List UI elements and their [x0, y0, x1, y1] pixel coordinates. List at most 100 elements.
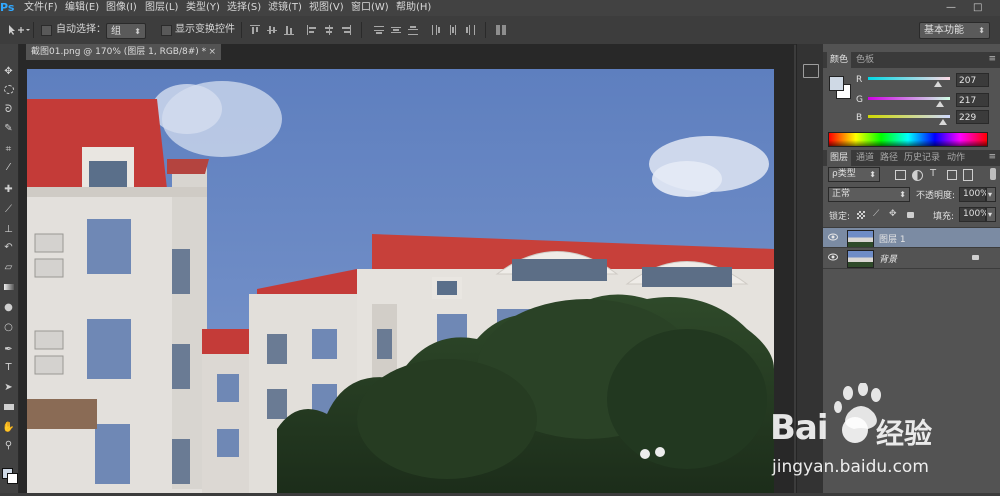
distribute-bottom-icon[interactable]	[408, 25, 418, 35]
color-spectrum-ramp[interactable]	[828, 132, 988, 147]
filter-adjustment-icon[interactable]	[912, 170, 923, 181]
b-value-input[interactable]: 229	[956, 110, 989, 124]
photoshop-logo: Ps	[0, 1, 15, 14]
layer-row-background[interactable]: 背景	[823, 247, 1000, 268]
align-vertical-center-icon[interactable]	[267, 25, 277, 35]
hand-tool-icon[interactable]: ✋	[1, 420, 16, 435]
align-right-icon[interactable]	[341, 25, 351, 35]
align-left-icon[interactable]	[307, 25, 317, 35]
move-tool-icon[interactable]: ✥	[1, 64, 16, 79]
history-brush-tool-icon[interactable]: ↶	[1, 240, 16, 255]
menu-file[interactable]: 文件(F)	[24, 0, 58, 16]
auto-select-checkbox[interactable]	[41, 25, 52, 36]
filter-pixel-icon[interactable]	[895, 170, 906, 180]
g-slider-thumb[interactable]	[936, 101, 944, 107]
eraser-tool-icon[interactable]: ▱	[1, 260, 16, 275]
menu-help[interactable]: 帮助(H)	[396, 0, 431, 16]
background-color-swatch[interactable]	[7, 473, 18, 484]
filter-shape-icon[interactable]	[947, 170, 957, 180]
lock-all-icon[interactable]	[907, 212, 914, 218]
document-tab-title: 截图01.png @ 170% (图层 1, RGB/8#) *	[31, 47, 207, 57]
zoom-tool-icon[interactable]: ⚲	[1, 438, 16, 453]
tab-paths[interactable]: 路径	[877, 150, 901, 166]
tab-channels[interactable]: 通道	[853, 150, 877, 166]
menu-window[interactable]: 窗口(W)	[351, 0, 389, 16]
panel-menu-icon[interactable]: ≡	[988, 152, 996, 162]
eye-icon[interactable]	[828, 253, 838, 261]
healing-brush-tool-icon[interactable]: ✚	[1, 182, 16, 197]
distribute-vertical-center-icon[interactable]	[391, 25, 401, 35]
blend-mode-dropdown[interactable]: 正常 ⬍	[828, 187, 910, 202]
distribute-top-icon[interactable]	[374, 25, 384, 35]
tab-history[interactable]: 历史记录	[901, 150, 943, 166]
align-horizontal-center-icon[interactable]	[324, 25, 334, 35]
menu-type[interactable]: 类型(Y)	[186, 0, 220, 16]
crop-tool-icon[interactable]: ⌗	[1, 142, 16, 157]
layer-row-layer1[interactable]: 图层 1	[823, 227, 1000, 248]
separator	[361, 22, 362, 38]
quick-selection-tool-icon[interactable]: ✎	[1, 121, 16, 136]
minimize-button[interactable]: —	[946, 2, 956, 14]
fill-dropdown-icon[interactable]: ▾	[986, 207, 996, 222]
b-slider-thumb[interactable]	[939, 119, 947, 125]
align-bottom-icon[interactable]	[284, 25, 294, 35]
path-selection-tool-icon[interactable]: ➤	[1, 380, 16, 395]
auto-select-dropdown[interactable]: 组 ⬍	[106, 23, 146, 39]
opacity-dropdown-icon[interactable]: ▾	[986, 187, 996, 202]
maximize-button[interactable]: □	[973, 2, 982, 14]
tab-color[interactable]: 颜色	[827, 52, 852, 68]
pen-tool-icon[interactable]: ✒	[1, 342, 16, 357]
workspace-dropdown[interactable]: 基本功能 ⬍	[919, 22, 990, 39]
panel-options-icon[interactable]	[803, 64, 819, 78]
menu-layer[interactable]: 图层(L)	[145, 0, 178, 16]
menu-view[interactable]: 视图(V)	[309, 0, 344, 16]
menu-filter[interactable]: 滤镜(T)	[268, 0, 302, 16]
eye-icon[interactable]	[828, 233, 838, 241]
lock-position-icon[interactable]: ✥	[889, 209, 897, 219]
dodge-tool-icon[interactable]: ○	[1, 320, 16, 335]
color-panel-foreground-swatch[interactable]	[829, 76, 844, 91]
eyedropper-tool-icon[interactable]: ⁄	[1, 160, 16, 175]
document-canvas[interactable]	[27, 69, 774, 493]
tab-swatches[interactable]: 色板	[853, 52, 877, 68]
filter-toggle-icon[interactable]	[990, 168, 996, 180]
filter-smart-object-icon[interactable]	[963, 169, 973, 181]
tab-layers[interactable]: 图层	[827, 150, 852, 166]
document-tab[interactable]: 截图01.png @ 170% (图层 1, RGB/8#) * ×	[26, 44, 221, 60]
show-transform-checkbox[interactable]	[161, 25, 172, 36]
marquee-tool-icon[interactable]	[1, 84, 16, 99]
menu-select[interactable]: 选择(S)	[227, 0, 261, 16]
filter-type-icon[interactable]: T	[930, 168, 936, 179]
type-tool-icon[interactable]: T	[1, 360, 16, 375]
fill-input[interactable]: 100%	[959, 207, 989, 222]
layer-thumbnail	[847, 230, 874, 248]
r-slider-thumb[interactable]	[934, 81, 942, 87]
rectangle-tool-icon[interactable]	[1, 400, 16, 415]
close-icon[interactable]: ×	[208, 44, 216, 60]
distribute-horizontal-center-icon[interactable]	[448, 25, 458, 35]
menu-image[interactable]: 图像(I)	[106, 0, 137, 16]
blur-tool-icon[interactable]: ●	[1, 300, 16, 315]
clone-stamp-tool-icon[interactable]: ⊥	[1, 222, 16, 237]
b-slider[interactable]	[868, 115, 950, 118]
g-value-input[interactable]: 217	[956, 93, 989, 107]
tab-actions[interactable]: 动作	[944, 150, 968, 166]
opacity-input[interactable]: 100%	[959, 187, 989, 202]
r-value-input[interactable]: 207	[956, 73, 989, 87]
lock-transparent-pixels-icon[interactable]	[857, 211, 865, 219]
auto-align-layers-icon[interactable]	[496, 25, 506, 35]
brush-tool-icon[interactable]: ⟋	[1, 202, 16, 217]
distribute-right-icon[interactable]	[465, 25, 475, 35]
lasso-tool-icon[interactable]: ᘐ	[1, 102, 16, 117]
move-tool-preset-icon[interactable]	[6, 23, 30, 37]
lock-image-pixels-icon[interactable]: ⟋	[873, 209, 879, 219]
g-slider[interactable]	[868, 97, 950, 100]
layer-filter-dropdown[interactable]: ρ类型 ⬍	[828, 167, 880, 182]
menu-edit[interactable]: 编辑(E)	[65, 0, 99, 16]
panel-menu-icon[interactable]: ≡	[988, 54, 996, 64]
b-label: B	[856, 113, 863, 123]
r-slider[interactable]	[868, 77, 950, 80]
align-top-icon[interactable]	[250, 25, 260, 35]
distribute-left-icon[interactable]	[431, 25, 441, 35]
gradient-tool-icon[interactable]	[1, 280, 16, 295]
